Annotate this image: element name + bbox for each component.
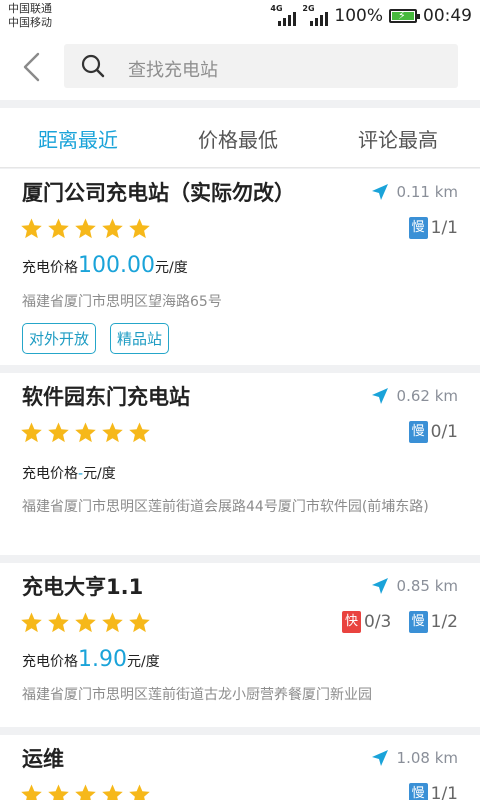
search-placeholder: 查找充电站 — [128, 60, 218, 81]
signal-4g-icon: 4G — [270, 4, 297, 26]
rating-stars — [20, 783, 151, 800]
fast-badge: 快 — [342, 611, 361, 633]
rating-stars — [20, 217, 151, 240]
search-icon — [81, 54, 105, 78]
distance: 0.11 km — [371, 183, 458, 201]
slow-charger-count: 慢 0/1 — [408, 421, 458, 443]
station-card[interactable]: 厦门公司充电站（实际勿改） 0.11 km 慢 1/1 充电价格100.00元/… — [0, 169, 480, 365]
slow-count: 1/1 — [430, 784, 458, 800]
star-icon — [102, 422, 123, 443]
carrier-1: 中国联通 — [8, 2, 52, 15]
station-address: 福建省厦门市思明区莲前街道古龙小厨营养餐厦门新业园 — [22, 687, 372, 703]
star-icon — [21, 612, 42, 633]
slow-charger-count: 慢 1/2 — [408, 611, 458, 633]
star-icon — [48, 784, 69, 800]
star-icon — [75, 612, 96, 633]
station-address: 福建省厦门市思明区莲前街道会展路44号厦门市软件园(前埔东路) — [22, 499, 429, 515]
distance-value: 0.11 km — [396, 183, 458, 201]
price-row: 充电价格100.00元/度 — [22, 253, 188, 278]
star-icon — [129, 422, 150, 443]
price-unit: 元/度 — [154, 260, 188, 276]
price-unit: 元/度 — [126, 654, 160, 670]
search-input[interactable]: 查找充电站 — [64, 44, 458, 88]
slow-badge: 慢 — [408, 611, 428, 633]
carrier-names: 中国联通 中国移动 — [8, 2, 52, 30]
star-icon — [102, 218, 123, 239]
price-label: 充电价格 — [22, 654, 78, 670]
navigation-arrow-icon — [371, 388, 388, 404]
battery-percent: 100% — [334, 6, 383, 26]
star-icon — [102, 784, 123, 800]
distance-value: 0.62 km — [396, 387, 458, 405]
clock: 00:49 — [423, 6, 472, 26]
star-icon — [129, 784, 150, 800]
distance-value: 1.08 km — [396, 749, 458, 767]
star-icon — [48, 612, 69, 633]
star-icon — [75, 218, 96, 239]
back-button[interactable] — [18, 50, 48, 84]
station-address: 福建省厦门市思明区望海路65号 — [22, 294, 222, 310]
fast-count: 0/3 — [364, 612, 392, 632]
price-value: 1.90 — [78, 647, 127, 672]
navigation-arrow-icon — [371, 578, 388, 594]
price-label: 充电价格 — [22, 260, 78, 276]
star-icon — [21, 784, 42, 800]
station-name: 运维 — [22, 747, 64, 771]
rating-stars — [20, 611, 151, 634]
status-bar: 中国联通 中国移动 4G 2G 100% ⚡ 00:49 — [0, 0, 480, 34]
station-name: 软件园东门充电站 — [22, 385, 190, 409]
slow-charger-count: 慢 1/1 — [408, 217, 458, 239]
slow-badge: 慢 — [408, 421, 428, 443]
star-icon — [21, 218, 42, 239]
navigation-arrow-icon — [371, 184, 388, 200]
tab-lowest-price[interactable]: 价格最低 — [198, 124, 278, 153]
star-icon — [102, 612, 123, 633]
search-header: 查找充电站 — [0, 34, 480, 100]
station-name: 充电大亨1.1 — [22, 575, 144, 599]
distance-value: 0.85 km — [396, 577, 458, 595]
tab-top-rated[interactable]: 评论最高 — [358, 124, 438, 153]
distance: 1.08 km — [371, 749, 458, 767]
price-unit: 元/度 — [83, 466, 116, 482]
price-label: 充电价格 — [22, 466, 78, 482]
star-icon — [129, 612, 150, 633]
star-icon — [75, 784, 96, 800]
price-row: 充电价格1.90元/度 — [22, 647, 160, 672]
price-value: 100.00 — [78, 253, 155, 278]
slow-badge: 慢 — [408, 783, 428, 800]
station-card[interactable]: 运维 1.08 km 慢 1/1 — [0, 735, 480, 800]
station-card[interactable]: 软件园东门充电站 0.62 km 慢 0/1 充电价格-元/度 福建省厦门市思明… — [0, 373, 480, 555]
star-icon — [129, 218, 150, 239]
station-card[interactable]: 充电大亨1.1 0.85 km 快 0/3 慢 1/2 充电价格1.90元/度 … — [0, 563, 480, 727]
battery-charging-icon: ⚡ — [389, 9, 420, 23]
star-icon — [48, 422, 69, 443]
slow-badge: 慢 — [408, 217, 428, 239]
star-icon — [48, 218, 69, 239]
distance: 0.85 km — [371, 577, 458, 595]
distance: 0.62 km — [371, 387, 458, 405]
signal-2g-icon: 2G — [302, 4, 329, 26]
tag-premium-station: 精品站 — [110, 323, 170, 354]
star-icon — [21, 422, 42, 443]
sort-tabs: 距离最近 价格最低 评论最高 — [0, 108, 480, 168]
carrier-2: 中国移动 — [8, 16, 52, 29]
tag-open-to-public: 对外开放 — [22, 323, 97, 354]
fast-charger-count: 快 0/3 — [342, 611, 391, 633]
rating-stars — [20, 421, 151, 444]
tab-nearest[interactable]: 距离最近 — [38, 124, 118, 153]
station-tags: 对外开放 精品站 — [22, 323, 170, 354]
chevron-left-icon — [23, 52, 40, 82]
price-row: 充电价格-元/度 — [22, 463, 116, 483]
star-icon — [75, 422, 96, 443]
station-name: 厦门公司充电站（实际勿改） — [22, 181, 295, 205]
slow-count: 0/1 — [430, 422, 458, 442]
navigation-arrow-icon — [371, 750, 388, 766]
slow-count: 1/2 — [430, 612, 458, 632]
slow-count: 1/1 — [430, 218, 458, 238]
slow-charger-count: 慢 1/1 — [408, 783, 458, 800]
